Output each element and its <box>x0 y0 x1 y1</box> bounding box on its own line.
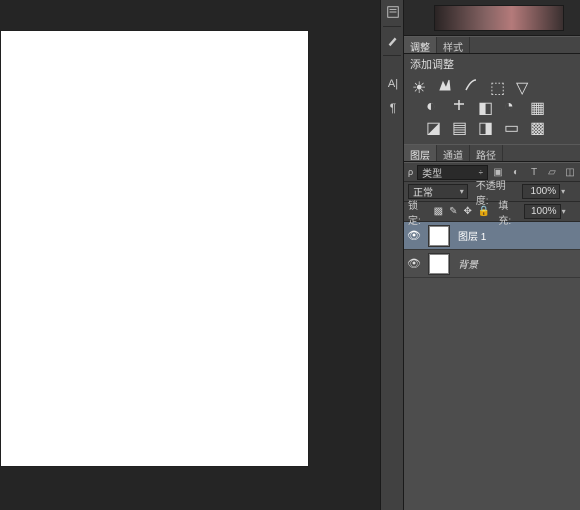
tab-paths[interactable]: 路径 <box>470 145 503 161</box>
layer-list: 👁 图层 1 👁 背景 <box>404 222 580 278</box>
filter-smart-icon[interactable]: ◫ <box>564 166 576 178</box>
lock-label: 锁定: <box>408 197 430 227</box>
gradient-preview[interactable] <box>434 5 564 31</box>
opacity-input[interactable]: 100% <box>522 184 560 199</box>
lock-image-icon[interactable]: ✎ <box>449 206 457 217</box>
filter-shape-icon[interactable]: ▱ <box>546 166 558 178</box>
layer-row[interactable]: 👁 图层 1 <box>404 222 580 250</box>
threshold-icon[interactable]: ◨ <box>478 118 492 132</box>
document-canvas[interactable] <box>0 30 309 467</box>
levels-icon[interactable] <box>438 78 452 92</box>
collapsed-panel-dock: A| ¶ <box>380 0 404 510</box>
blend-mode-select[interactable]: 正常 <box>408 184 468 199</box>
gradient-map-icon[interactable]: ▭ <box>504 118 518 132</box>
tab-channels[interactable]: 通道 <box>437 145 470 161</box>
brightness-icon[interactable]: ☀ <box>412 78 426 92</box>
tab-styles[interactable]: 样式 <box>437 37 470 53</box>
curves-icon[interactable] <box>464 78 478 92</box>
adjust-style-tabbar: 调整 样式 <box>404 36 580 54</box>
posterize-icon[interactable]: ▤ <box>452 118 466 132</box>
adjustments-title: 添加调整 <box>404 54 580 70</box>
photo-filter-icon[interactable]: ◔ <box>504 98 518 112</box>
paragraph-panel-icon[interactable]: ¶ <box>381 96 405 120</box>
blend-opacity-row: 正常 不透明度: 100% <box>404 182 580 202</box>
layer-thumbnail[interactable] <box>428 253 450 275</box>
bw-icon[interactable]: ◧ <box>478 98 492 112</box>
tab-layers[interactable]: 图层 <box>404 145 437 161</box>
balance-icon[interactable] <box>452 98 466 112</box>
color-panel <box>404 0 580 36</box>
adjustments-presets: ☀ ⬚ ▽ ◐ ◧ ◔ ▦ ◪ ▤ ◨ ▭ ▩ <box>404 70 580 144</box>
lock-position-icon[interactable]: ✥ <box>464 206 472 217</box>
visibility-toggle[interactable]: 👁 <box>404 229 424 242</box>
layer-name[interactable]: 图层 1 <box>454 228 580 243</box>
filter-type-icon[interactable]: T <box>528 166 540 178</box>
fill-label: 填充: <box>498 197 520 227</box>
layer-name[interactable]: 背景 <box>454 256 580 271</box>
right-panel-stack: 调整 样式 添加调整 ☀ ⬚ ▽ ◐ ◧ ◔ ▦ ◪ ▤ ◨ ▭ ▩ 图层 通道… <box>404 0 580 510</box>
layers-panel: ρ 类型÷ ▣ ◐ T ▱ ◫ 正常 不透明度: 100% 锁定: ▩ ✎ ✥ … <box>404 162 580 278</box>
canvas-area <box>0 0 380 510</box>
hue-icon[interactable]: ◐ <box>426 98 440 112</box>
history-panel-icon[interactable] <box>381 0 405 24</box>
lock-transparency-icon[interactable]: ▩ <box>434 206 443 217</box>
invert-icon[interactable]: ◪ <box>426 118 440 132</box>
layer-thumbnail[interactable] <box>428 225 450 247</box>
selective-color-icon[interactable]: ▩ <box>530 118 544 132</box>
character-panel-icon[interactable]: A| <box>381 72 405 96</box>
visibility-toggle[interactable]: 👁 <box>404 257 424 270</box>
lock-all-icon[interactable]: 🔒 <box>478 206 490 217</box>
layer-row[interactable]: 👁 背景 <box>404 250 580 278</box>
fill-input[interactable]: 100% <box>524 204 561 219</box>
brush-panel-icon[interactable] <box>381 29 405 53</box>
channel-mixer-icon[interactable]: ▦ <box>530 98 544 112</box>
tab-adjustments[interactable]: 调整 <box>404 37 437 53</box>
vibrance-icon[interactable]: ▽ <box>516 78 530 92</box>
layers-tabbar: 图层 通道 路径 <box>404 144 580 162</box>
exposure-icon[interactable]: ⬚ <box>490 78 504 92</box>
